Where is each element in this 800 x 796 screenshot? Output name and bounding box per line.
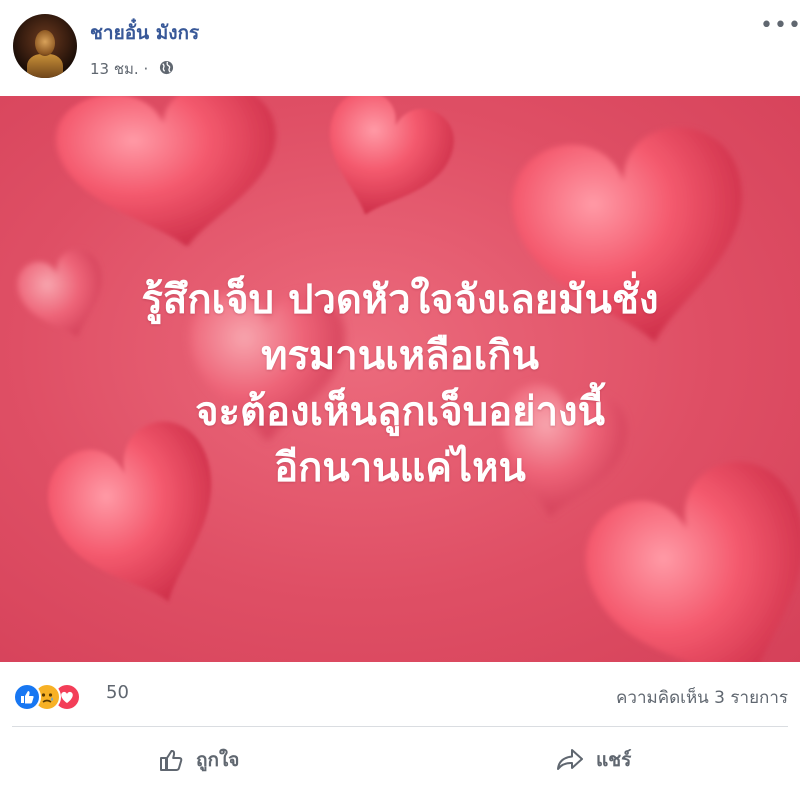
like-icon <box>13 683 41 711</box>
share-arrow-icon <box>557 749 583 770</box>
caption-line: รู้สึกเจ็บ ปวดหัวใจจังเลยมันชั่ง <box>141 277 659 323</box>
caption-line: จะต้องเห็นลูกเจ็บอย่างนี้ <box>195 389 605 435</box>
like-label: ถูกใจ <box>196 749 240 771</box>
author-avatar[interactable] <box>13 14 77 78</box>
post-time[interactable]: 13 ชม. · <box>90 60 148 78</box>
caption-line: ทรมานเหลือเกิน <box>261 333 539 379</box>
post-stats: 50 ความคิดเห็น 3 รายการ <box>0 662 800 726</box>
share-button[interactable]: แชร์ <box>554 740 631 780</box>
post-meta: 13 ชม. · <box>90 57 174 81</box>
globe-icon[interactable] <box>159 60 174 79</box>
author-name[interactable]: ชายอั๋น มังกร <box>90 18 199 48</box>
divider <box>12 726 788 727</box>
more-options-icon[interactable]: ••• <box>760 12 800 40</box>
avatar-figure <box>27 54 63 78</box>
avatar-face <box>35 30 55 56</box>
post-actions: ถูกใจ แชร์ <box>0 728 800 794</box>
caption-line: อีกนานแค่ไหน <box>274 445 526 491</box>
post-image[interactable]: รู้สึกเจ็บ ปวดหัวใจจังเลยมันชั่ง ทรมานเห… <box>0 96 800 662</box>
thumbs-up-icon <box>160 749 183 771</box>
reaction-count[interactable]: 50 <box>106 682 129 703</box>
image-caption: รู้สึกเจ็บ ปวดหัวใจจังเลยมันชั่ง ทรมานเห… <box>0 96 800 662</box>
post-header: ชายอั๋น มังกร 13 ชม. · ••• <box>0 0 800 96</box>
share-label: แชร์ <box>596 749 632 771</box>
like-button[interactable]: ถูกใจ <box>156 740 239 780</box>
comment-count[interactable]: ความคิดเห็น 3 รายการ <box>616 684 788 711</box>
